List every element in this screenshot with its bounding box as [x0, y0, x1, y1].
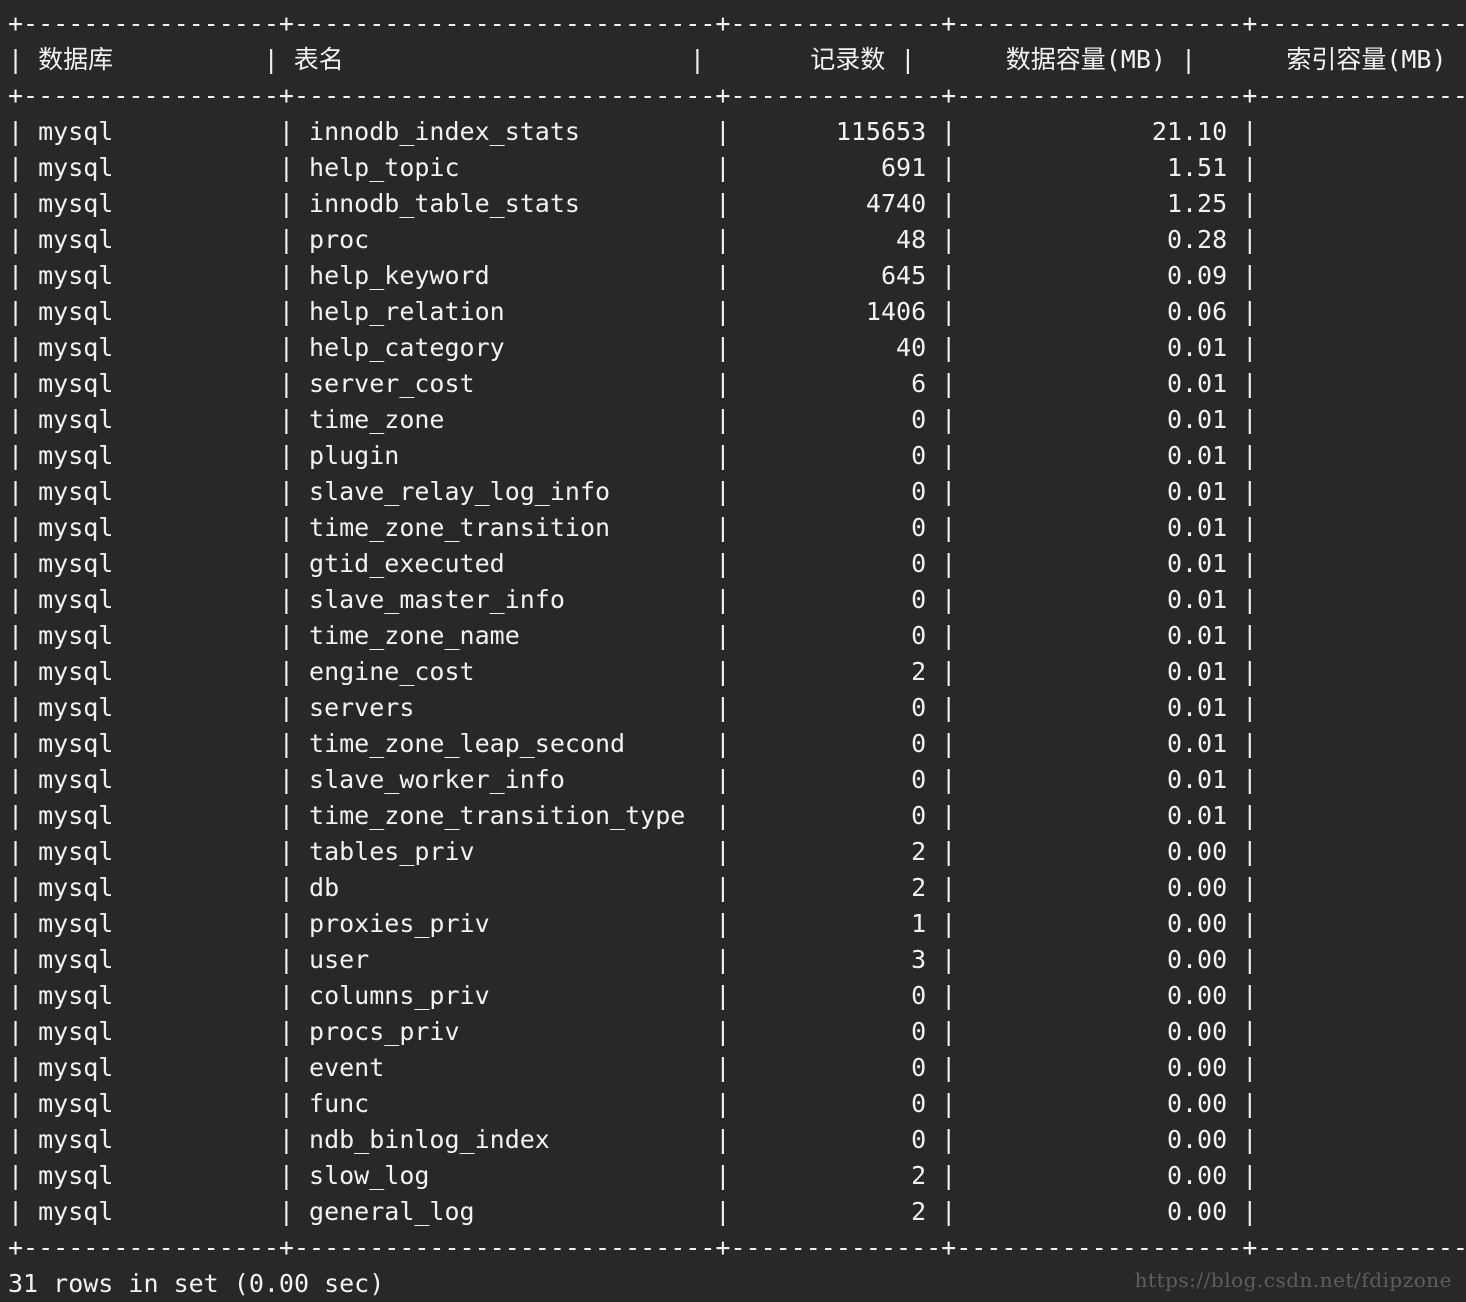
watermark-text: https://blog.csdn.net/fdipzone [1135, 1268, 1452, 1292]
table-row: | mysql | innodb_index_stats | 115653 | … [8, 114, 1466, 150]
table-row: | mysql | time_zone | 0 | 0.01 | 0.00 | [8, 402, 1466, 438]
table-row: | mysql | slave_relay_log_info | 0 | 0.0… [8, 474, 1466, 510]
table-row: | mysql | server_cost | 6 | 0.01 | 0.00 … [8, 366, 1466, 402]
table-header-row: | 数据库 | 表名 | 记录数 | 数据容量(MB) | 索引容量(MB) | [8, 42, 1466, 78]
table-row: | mysql | time_zone_name | 0 | 0.01 | 0.… [8, 618, 1466, 654]
table-row: | mysql | gtid_executed | 0 | 0.01 | 0.0… [8, 546, 1466, 582]
table-row: | mysql | event | 0 | 0.00 | 0.00 | [8, 1050, 1466, 1086]
table-border-bottom: +-----------------+---------------------… [8, 1230, 1466, 1266]
table-border-top: +-----------------+---------------------… [8, 6, 1466, 42]
table-row: | mysql | general_log | 2 | 0.00 | 0.00 … [8, 1194, 1466, 1230]
table-row: | mysql | slave_worker_info | 0 | 0.01 |… [8, 762, 1466, 798]
table-row: | mysql | slave_master_info | 0 | 0.01 |… [8, 582, 1466, 618]
table-row: | mysql | proxies_priv | 1 | 0.00 | 0.00… [8, 906, 1466, 942]
table-row: | mysql | time_zone_transition_type | 0 … [8, 798, 1466, 834]
terminal-window: +-----------------+---------------------… [0, 0, 1466, 1300]
table-row: | mysql | time_zone_transition | 0 | 0.0… [8, 510, 1466, 546]
table-row: | mysql | slow_log | 2 | 0.00 | 0.00 | [8, 1158, 1466, 1194]
table-row: | mysql | user | 3 | 0.00 | 0.00 | [8, 942, 1466, 978]
table-row: | mysql | tables_priv | 2 | 0.00 | 0.00 … [8, 834, 1466, 870]
table-row: | mysql | innodb_table_stats | 4740 | 1.… [8, 186, 1466, 222]
table-row: | mysql | proc | 48 | 0.28 | 0.00 | [8, 222, 1466, 258]
table-row: | mysql | plugin | 0 | 0.01 | 0.00 | [8, 438, 1466, 474]
table-row: | mysql | help_relation | 1406 | 0.06 | … [8, 294, 1466, 330]
table-row: | mysql | time_zone_leap_second | 0 | 0.… [8, 726, 1466, 762]
table-row: | mysql | columns_priv | 0 | 0.00 | 0.00… [8, 978, 1466, 1014]
table-row: | mysql | servers | 0 | 0.01 | 0.00 | [8, 690, 1466, 726]
table-row: | mysql | func | 0 | 0.00 | 0.00 | [8, 1086, 1466, 1122]
table-row: | mysql | help_topic | 691 | 1.51 | 0.07… [8, 150, 1466, 186]
table-row: | mysql | engine_cost | 2 | 0.01 | 0.00 … [8, 654, 1466, 690]
table-row: | mysql | db | 2 | 0.00 | 0.00 | [8, 870, 1466, 906]
mysql-result-table: +-----------------+---------------------… [8, 6, 1466, 1266]
table-row: | mysql | procs_priv | 0 | 0.00 | 0.00 | [8, 1014, 1466, 1050]
table-row: | mysql | help_keyword | 645 | 0.09 | 0.… [8, 258, 1466, 294]
table-border-header: +-----------------+---------------------… [8, 78, 1466, 114]
table-row: | mysql | ndb_binlog_index | 0 | 0.00 | … [8, 1122, 1466, 1158]
table-row: | mysql | help_category | 40 | 0.01 | 0.… [8, 330, 1466, 366]
